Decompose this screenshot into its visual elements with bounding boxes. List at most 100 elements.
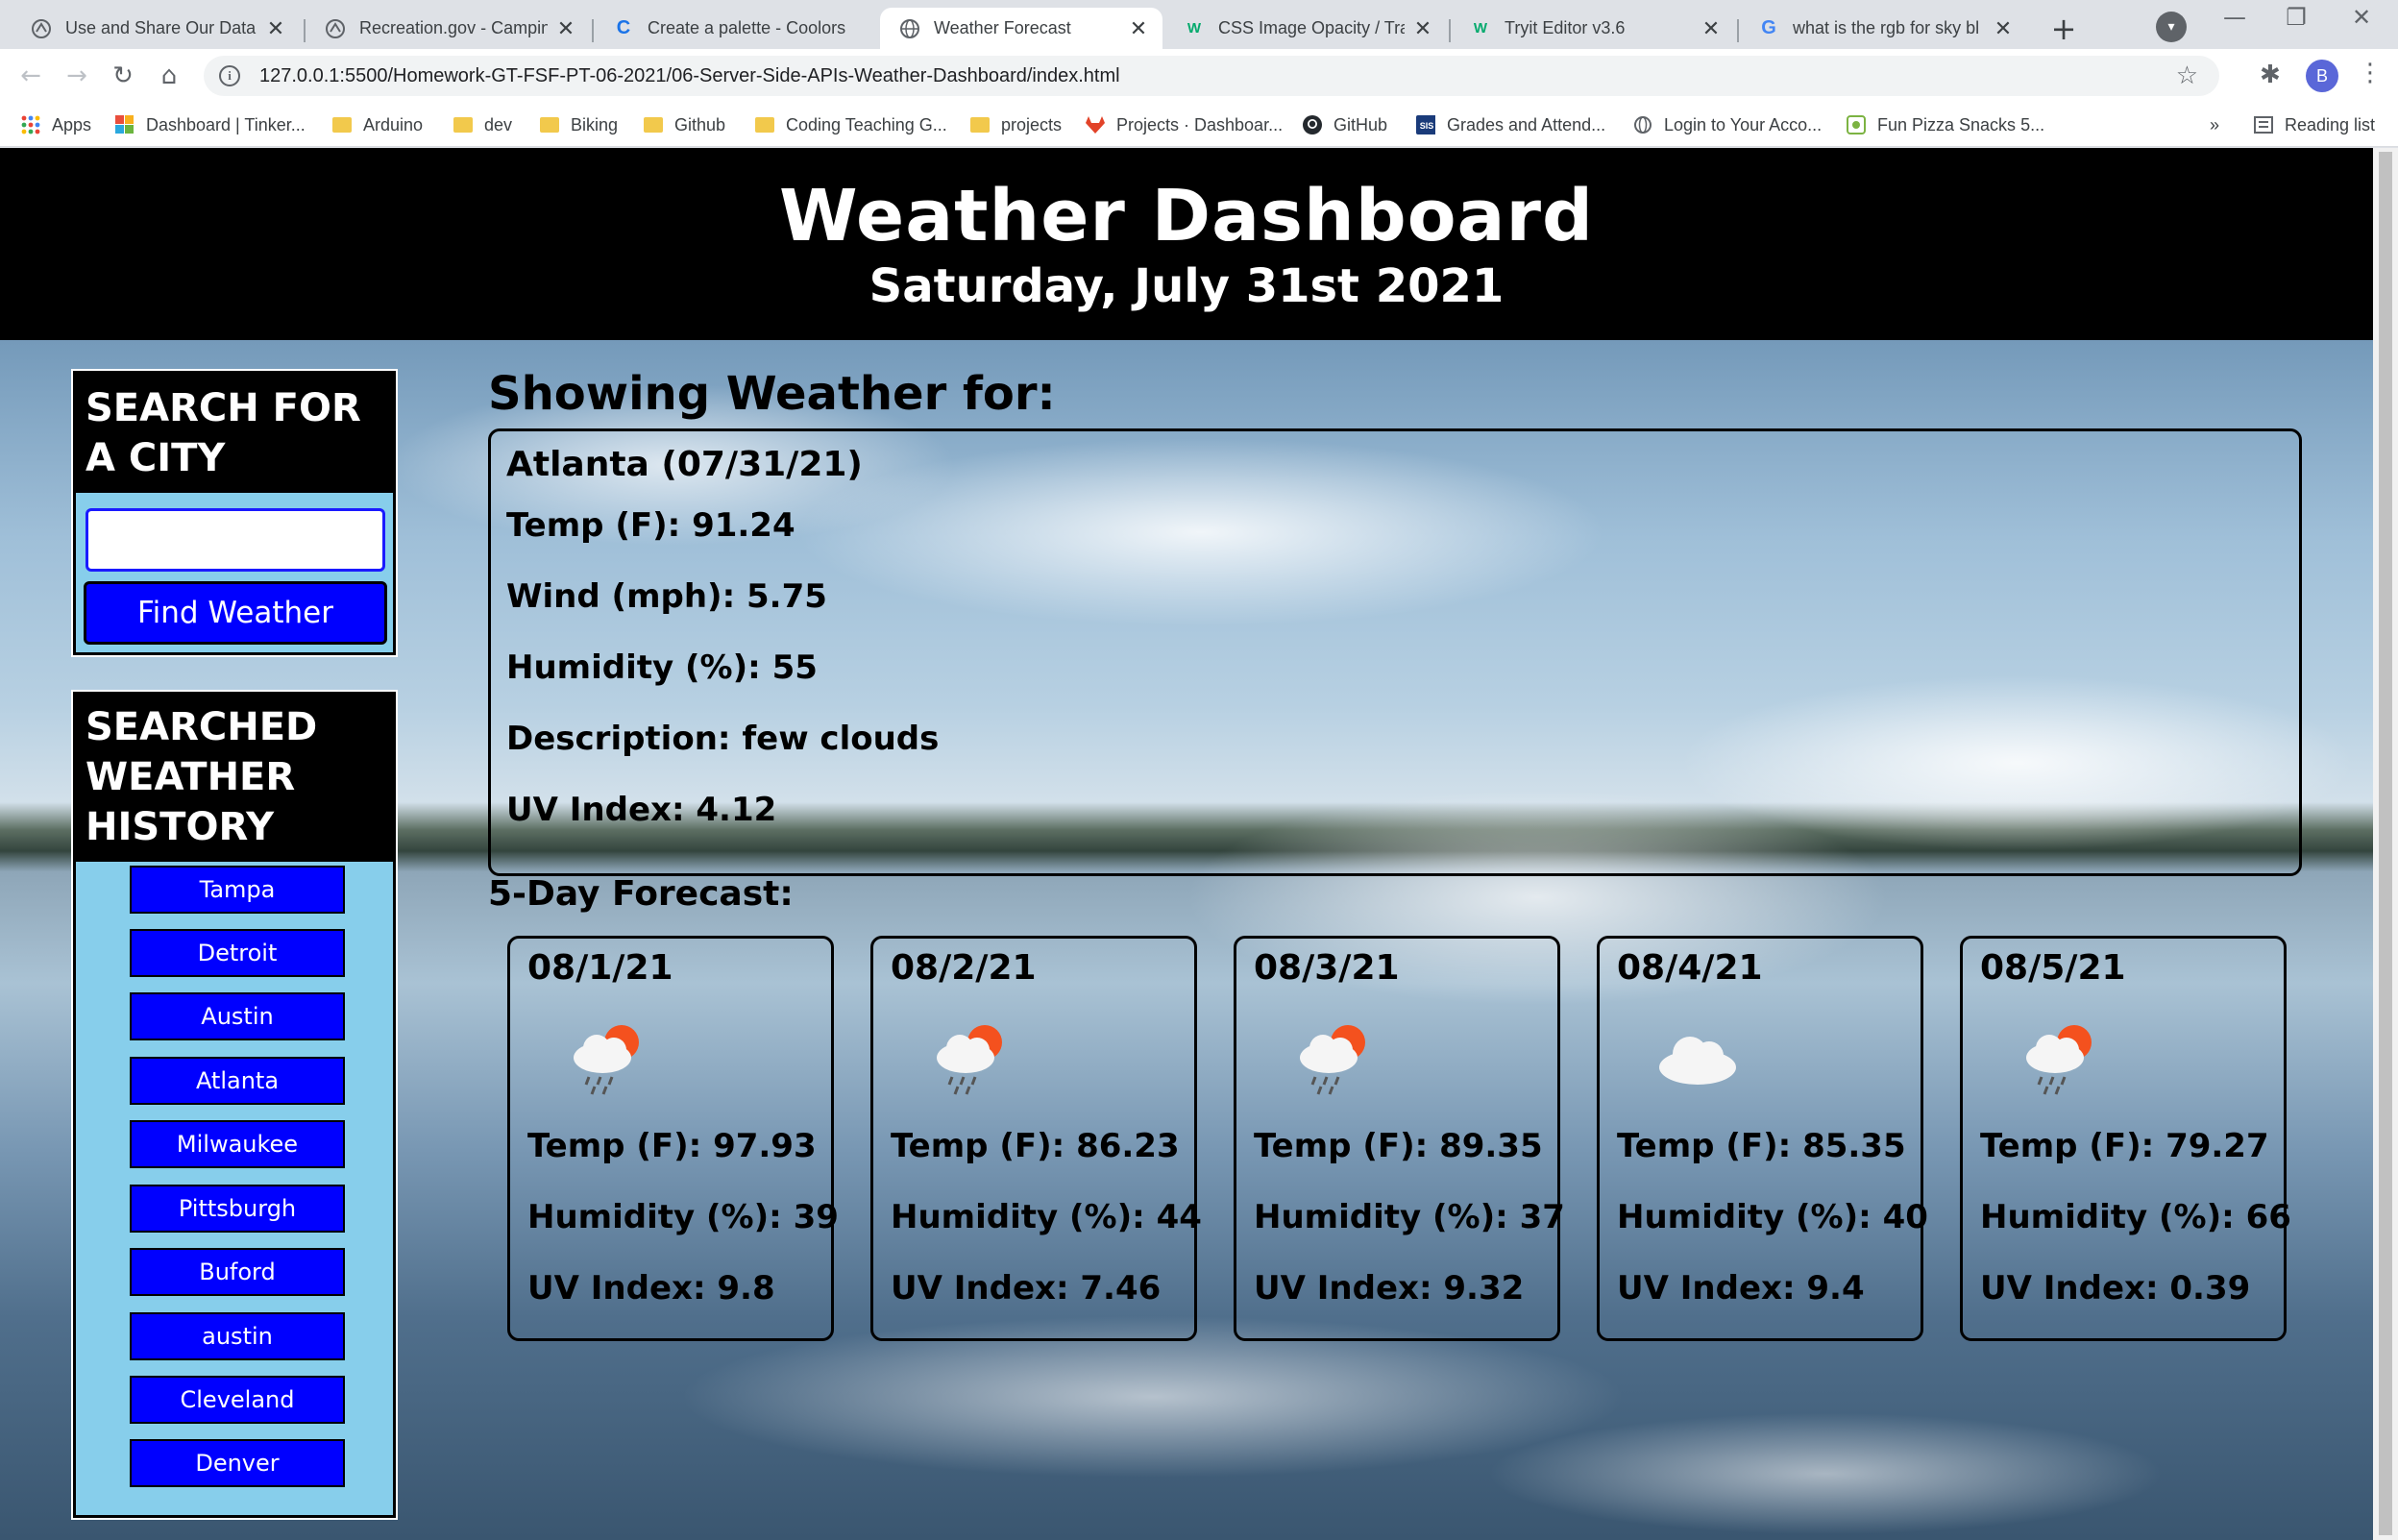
extensions-icon[interactable]: ✱ (2260, 61, 2281, 89)
back-icon[interactable]: ← (13, 59, 48, 93)
cloud-icon (1659, 1037, 1736, 1085)
tab-search-icon[interactable]: ▾ (2156, 12, 2187, 42)
menu-icon[interactable]: ⋮ (2356, 59, 2385, 87)
history-city-button[interactable]: Atlanta (130, 1057, 345, 1105)
reload-icon[interactable]: ↻ (106, 59, 140, 93)
forecast-humidity: Humidity (%): 40 (1617, 1198, 1928, 1236)
page-viewport: Weather Dashboard Saturday, July 31st 20… (0, 148, 2373, 1540)
forecast-date: 08/1/21 (527, 948, 673, 988)
forecast-heading: 5-Day Forecast: (488, 874, 794, 914)
tab-close-icon[interactable]: ✕ (1412, 16, 1433, 41)
history-city-button[interactable]: Milwaukee (130, 1120, 345, 1168)
history-city-button[interactable]: Denver (130, 1439, 345, 1487)
restore-icon[interactable]: ❐ (2267, 4, 2325, 31)
forecast-humidity: Humidity (%): 66 (1980, 1198, 2291, 1236)
folder-icon (332, 116, 352, 134)
avatar[interactable]: B (2306, 60, 2338, 92)
tab-close-icon[interactable]: ✕ (265, 16, 286, 41)
apps-grid-icon (21, 115, 40, 134)
google-icon: G (1761, 17, 1776, 38)
tab-recreation-gov[interactable]: Recreation.gov - Camping ✕ (306, 8, 590, 49)
tab-coolors[interactable]: C Create a palette - Coolors (594, 8, 878, 49)
close-window-icon[interactable]: ✕ (2333, 4, 2390, 31)
rain-sun-cloud-icon (1300, 1025, 1365, 1095)
page-header: Weather Dashboard Saturday, July 31st 20… (0, 148, 2373, 340)
bookmark-folder-projects[interactable]: projects (970, 110, 1062, 139)
bookmark-github[interactable]: GitHub (1303, 110, 1387, 139)
forecast-date: 08/4/21 (1617, 948, 1763, 988)
tab-google-search[interactable]: G what is the rgb for sky bl ✕ (1739, 8, 2027, 49)
current-wind: Wind (mph): 5.75 (506, 577, 827, 616)
forecast-date: 08/2/21 (891, 948, 1037, 988)
bookmark-folder-biking[interactable]: Biking (540, 110, 618, 139)
home-icon[interactable]: ⌂ (152, 59, 186, 93)
reading-list-icon (2254, 116, 2273, 134)
current-humidity: Humidity (%): 55 (506, 648, 818, 687)
history-city-button[interactable]: austin (130, 1312, 345, 1360)
history-city-button[interactable]: Buford (130, 1248, 345, 1296)
forward-icon[interactable]: → (60, 59, 94, 93)
globe-icon (1633, 116, 1652, 134)
forecast-humidity: Humidity (%): 39 (527, 1198, 839, 1236)
bookmarks-overflow[interactable]: » (2210, 110, 2219, 139)
bookmark-login[interactable]: Login to Your Acco... (1633, 110, 1822, 139)
bookmarks-bar: Apps Dashboard | Tinker... Arduino dev B… (0, 103, 2398, 147)
minimize-icon[interactable]: — (2206, 4, 2263, 31)
forecast-temp: Temp (F): 85.35 (1617, 1127, 1906, 1165)
tab-close-icon[interactable]: ✕ (1993, 16, 2014, 41)
find-weather-button[interactable]: Find Weather (84, 581, 387, 645)
bookmark-star-icon[interactable]: ☆ (2176, 61, 2198, 90)
forecast-humidity: Humidity (%): 37 (1254, 1198, 1565, 1236)
forecast-temp: Temp (F): 79.27 (1980, 1127, 2269, 1165)
page-scrollbar[interactable] (2373, 148, 2398, 1540)
tab-weather-forecast[interactable]: Weather Forecast ✕ (880, 8, 1162, 49)
history-city-button[interactable]: Detroit (130, 929, 345, 977)
recreation-icon (325, 18, 346, 39)
city-search-input[interactable] (86, 508, 385, 572)
address-bar[interactable]: i 127.0.0.1:5500/Homework-GT-FSF-PT-06-2… (204, 56, 2219, 96)
tab-bar: Use and Share Our Data ✕ Recreation.gov … (0, 0, 2398, 49)
tab-use-and-share[interactable]: Use and Share Our Data ✕ (12, 8, 300, 49)
forecast-card: 08/1/21 Temp (F): 97.93 Humidity (%): 39… (507, 936, 839, 1341)
bookmark-folder-dev[interactable]: dev (453, 110, 512, 139)
forecast-uv-index: UV Index: 9.4 (1617, 1269, 1865, 1308)
tab-css-image-opacity[interactable]: W CSS Image Opacity / Tran ✕ (1164, 8, 1447, 49)
history-city-button[interactable]: Cleveland (130, 1376, 345, 1424)
bookmark-folder-arduino[interactable]: Arduino (332, 110, 423, 139)
folder-icon (540, 116, 559, 134)
forecast-uv-index: UV Index: 9.32 (1254, 1269, 1525, 1308)
rain-sun-cloud-icon (2026, 1025, 2092, 1095)
site-info-icon[interactable]: i (219, 65, 240, 86)
bookmark-gitlab-projects[interactable]: Projects · Dashboar... (1086, 110, 1283, 139)
forecast-uv-index: UV Index: 7.46 (891, 1269, 1162, 1308)
bookmark-apps[interactable]: Apps (21, 110, 91, 139)
history-city-button[interactable]: Tampa (130, 866, 345, 914)
forecast-date: 08/5/21 (1980, 948, 2126, 988)
history-city-button[interactable]: Pittsburgh (130, 1185, 345, 1233)
current-temp: Temp (F): 91.24 (506, 506, 795, 545)
forecast-card: 08/5/21 Temp (F): 79.27 Humidity (%): 66… (1960, 936, 2291, 1341)
forecast-temp: Temp (F): 97.93 (527, 1127, 817, 1165)
current-description: Description: few clouds (506, 720, 940, 758)
reading-list-button[interactable]: Reading list (2254, 110, 2375, 139)
bookmark-pizza-snacks[interactable]: Fun Pizza Snacks 5... (1847, 110, 2044, 139)
bookmark-grades[interactable]: SIS Grades and Attend... (1416, 110, 1605, 139)
tab-close-icon[interactable]: ✕ (1128, 16, 1149, 41)
scrollbar-thumb[interactable] (2379, 152, 2392, 1535)
tab-tryit-editor[interactable]: W Tryit Editor v3.6 ✕ (1451, 8, 1735, 49)
tinkercad-icon (115, 115, 135, 134)
folder-icon (644, 116, 663, 134)
bookmark-folder-coding[interactable]: Coding Teaching G... (755, 110, 947, 139)
folder-icon (755, 116, 774, 134)
forecast-card: 08/3/21 Temp (F): 89.35 Humidity (%): 37… (1234, 936, 1565, 1341)
tab-close-icon[interactable]: ✕ (555, 16, 576, 41)
history-city-button[interactable]: Austin (130, 992, 345, 1040)
bookmark-tinkercad[interactable]: Dashboard | Tinker... (115, 110, 306, 139)
bookmark-folder-github[interactable]: Github (644, 110, 725, 139)
recreation-icon (31, 18, 52, 39)
history-panel: SEARCHED WEATHER HISTORY Tampa Detroit A… (71, 690, 398, 1520)
new-tab-button[interactable]: + (2043, 8, 2085, 50)
globe-icon (899, 18, 920, 39)
page-title: Weather Dashboard (779, 175, 1594, 257)
tab-close-icon[interactable]: ✕ (1701, 16, 1722, 41)
